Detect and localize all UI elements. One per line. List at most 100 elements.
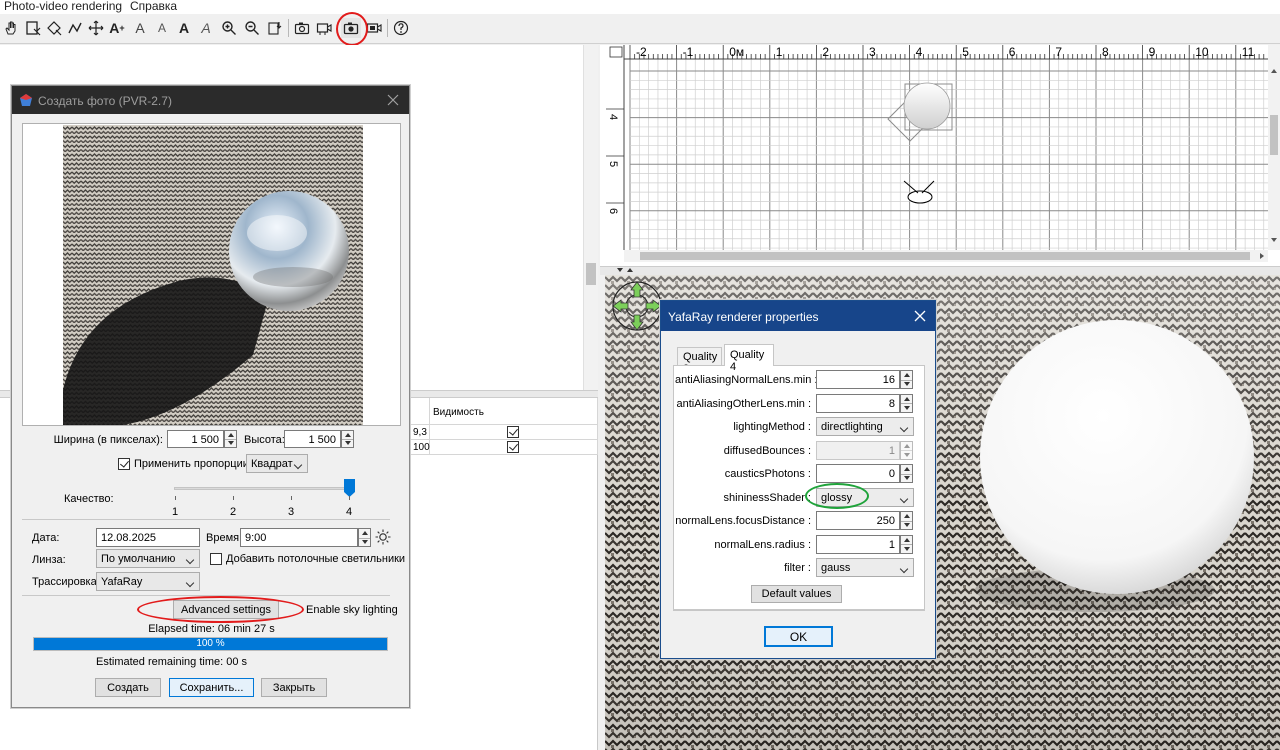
- quality-label: Качество:: [64, 493, 114, 505]
- yafaray-row-stepper[interactable]: [900, 534, 913, 554]
- table-row[interactable]: [430, 425, 598, 440]
- scrollbar-thumb[interactable]: [586, 263, 596, 285]
- plan-hscroll-thumb[interactable]: [640, 252, 1250, 260]
- yafaray-row-select[interactable]: glossy: [816, 487, 914, 507]
- menu-help[interactable]: Справка: [130, 0, 177, 13]
- tab-quality-3[interactable]: Quality 3: [677, 347, 722, 375]
- sphere-3d[interactable]: [980, 320, 1254, 594]
- yafaray-row-stepper[interactable]: [900, 393, 913, 413]
- visibility-checkbox[interactable]: [507, 426, 519, 438]
- create-photo-icon[interactable]: [292, 18, 312, 38]
- time-input[interactable]: 9:00: [240, 528, 358, 547]
- menu-photo-video-rendering[interactable]: Photo-video rendering: [4, 0, 122, 13]
- proportions-select[interactable]: Квадрат: [246, 454, 308, 473]
- plan-scroll-thumb[interactable]: [1270, 115, 1278, 155]
- zoom-in-icon[interactable]: [219, 18, 239, 38]
- bold-text-icon[interactable]: A: [174, 18, 194, 38]
- close-icon[interactable]: [911, 307, 929, 325]
- ceiling-lights-label: Добавить потолочные светильники: [226, 553, 406, 565]
- yafaray-row-select[interactable]: directlighting: [816, 417, 914, 436]
- photo-preview-frame: [22, 123, 401, 426]
- default-values-button[interactable]: Default values: [751, 585, 842, 603]
- render-progress-bar: 100 %: [33, 637, 388, 651]
- plan-camera-observer[interactable]: [907, 190, 933, 204]
- visibility-checkbox[interactable]: [507, 441, 519, 453]
- save-button[interactable]: Сохранить...: [169, 678, 254, 697]
- quality-slider-thumb[interactable]: [344, 479, 355, 497]
- ok-button[interactable]: OK: [764, 626, 833, 647]
- create-rooms-icon[interactable]: [44, 18, 64, 38]
- photo-video-rendering-icon[interactable]: [341, 18, 361, 38]
- date-input[interactable]: 12.08.2025: [96, 528, 200, 547]
- yafaray-row-stepper[interactable]: [900, 511, 913, 530]
- ruler-y-label: 6: [607, 208, 619, 214]
- import-furniture-icon[interactable]: [265, 18, 285, 38]
- advanced-settings-button[interactable]: Advanced settings: [173, 600, 279, 619]
- ruler-y-label: 5: [607, 161, 619, 167]
- lens-select[interactable]: По умолчанию: [96, 549, 200, 568]
- create-polylines-icon[interactable]: [65, 18, 85, 38]
- yafaray-row-input[interactable]: 250: [816, 511, 900, 530]
- height-stepper[interactable]: [341, 430, 354, 448]
- help-icon[interactable]: [391, 18, 411, 38]
- plan-sphere[interactable]: [903, 82, 951, 130]
- yafaray-titlebar[interactable]: YafaRay renderer properties: [661, 301, 935, 331]
- sky-lighting-label[interactable]: Enable sky lighting: [306, 604, 398, 616]
- table-row[interactable]: [430, 440, 598, 455]
- width-input[interactable]: 1 500: [167, 430, 224, 448]
- create-button[interactable]: Создать: [95, 678, 161, 697]
- quality-slider-track[interactable]: [174, 487, 354, 490]
- yafaray-row-input[interactable]: 1: [816, 534, 900, 554]
- yafaray-row-input[interactable]: 0: [816, 464, 900, 483]
- create-walls-icon[interactable]: [23, 18, 43, 38]
- divider: [673, 609, 925, 610]
- yafaray-row-stepper[interactable]: [900, 464, 913, 483]
- sun-icon[interactable]: [375, 529, 391, 545]
- quality-tick-mark: [291, 496, 292, 500]
- photo-dialog-titlebar[interactable]: Создать фото (PVR-2.7): [12, 86, 409, 114]
- ruler-y-label: 4: [607, 114, 619, 120]
- tab-quality-4[interactable]: Quality 4: [724, 344, 774, 373]
- add-text-icon[interactable]: A +: [107, 18, 127, 38]
- toolbar-separator: [288, 19, 289, 37]
- ruler-x-label: 10: [1195, 45, 1209, 59]
- remaining-time: Estimated remaining time: 00 s: [96, 656, 248, 668]
- lens-label: Линза:: [32, 554, 66, 566]
- tracing-select[interactable]: YafaRay: [96, 572, 200, 591]
- increase-text-size-icon[interactable]: A: [130, 18, 150, 38]
- view-splitter[interactable]: [600, 266, 1280, 275]
- decrease-text-size-icon[interactable]: A: [152, 18, 172, 38]
- italic-text-icon[interactable]: A: [196, 18, 216, 38]
- date-label: Дата:: [32, 532, 60, 544]
- close-button[interactable]: Закрыть: [261, 678, 327, 697]
- plan-view[interactable]: -2 -1 0м 1 2 3 4 5 6 7 8 9 10 11 4 5 6: [600, 45, 1280, 267]
- pan-hand-icon[interactable]: [1, 18, 21, 38]
- height-input[interactable]: 1 500: [284, 430, 341, 448]
- divider: [22, 595, 390, 596]
- yafaray-row-input[interactable]: 8: [816, 393, 900, 413]
- pvr-video-icon[interactable]: [364, 18, 384, 38]
- create-video-icon[interactable]: [314, 18, 334, 38]
- yafaray-row-stepper[interactable]: [900, 370, 913, 389]
- divider: [22, 519, 390, 520]
- yafaray-row-input[interactable]: 16: [816, 370, 900, 389]
- plan-grid[interactable]: -2 -1 0м 1 2 3 4 5 6 7 8 9 10 11 4 5 6: [600, 45, 1280, 267]
- ruler-x-label: 1: [776, 45, 783, 59]
- ruler-x-label: 2: [822, 45, 829, 59]
- ruler-corner-icon[interactable]: [609, 46, 623, 58]
- width-stepper[interactable]: [224, 430, 237, 448]
- ceiling-lights-checkbox[interactable]: [210, 553, 222, 565]
- close-icon[interactable]: [384, 91, 402, 109]
- table-header-visibility[interactable]: Видимость: [430, 398, 598, 425]
- yafaray-row-select[interactable]: gauss: [816, 558, 914, 577]
- tracing-label: Трассировка:: [32, 576, 100, 588]
- catalog-scrollbar[interactable]: [583, 45, 598, 390]
- apply-proportions-checkbox[interactable]: [118, 458, 130, 470]
- create-dimensions-icon[interactable]: [86, 18, 106, 38]
- apply-proportions-label: Применить пропорции:: [134, 458, 252, 470]
- yafaray-row-label: diffusedBounces :: [723, 444, 811, 457]
- zoom-out-icon[interactable]: [242, 18, 262, 38]
- time-stepper[interactable]: [358, 528, 371, 547]
- yafaray-title: YafaRay renderer properties: [668, 310, 819, 324]
- navigation-arrows-icon[interactable]: [610, 279, 664, 333]
